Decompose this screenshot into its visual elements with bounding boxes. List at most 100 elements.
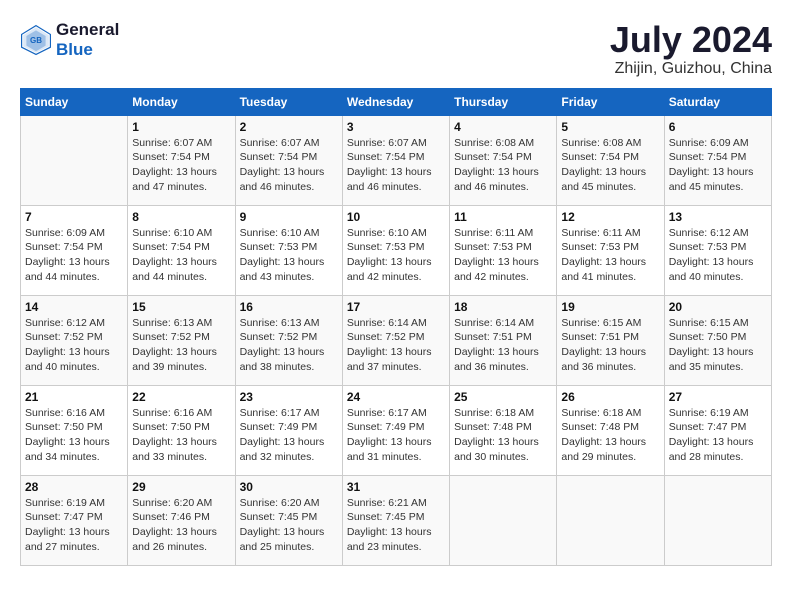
calendar-cell: 7 Sunrise: 6:09 AM Sunset: 7:54 PM Daylig… <box>21 205 128 295</box>
day-number: 21 <box>25 390 123 404</box>
day-number: 24 <box>347 390 445 404</box>
day-sun-info: Sunrise: 6:08 AM Sunset: 7:54 PM Dayligh… <box>454 136 552 195</box>
logo-text: General Blue <box>56 20 119 60</box>
day-number: 18 <box>454 300 552 314</box>
calendar-week-row: 28Sunrise: 6:19 AM Sunset: 7:47 PM Dayli… <box>21 475 772 565</box>
day-sun-info: Sunrise: 6:07 AM Sunset: 7:54 PM Dayligh… <box>240 136 338 195</box>
day-number: 17 <box>347 300 445 314</box>
day-sun-info: Sunrise: 6:07 AM Sunset: 7:54 PM Dayligh… <box>347 136 445 195</box>
day-number: 2 <box>240 120 338 134</box>
calendar-cell: 9Sunrise: 6:10 AM Sunset: 7:53 PM Daylig… <box>235 205 342 295</box>
day-of-week-header: Thursday <box>450 88 557 115</box>
calendar-cell: 20 Sunrise: 6:15 AM Sunset: 7:50 PM Dayli… <box>664 295 771 385</box>
logo: GB General Blue <box>20 20 119 60</box>
calendar-cell: 2 Sunrise: 6:07 AM Sunset: 7:54 PM Daylig… <box>235 115 342 205</box>
day-number: 28 <box>25 480 123 494</box>
calendar-cell: 5Sunrise: 6:08 AM Sunset: 7:54 PM Daylig… <box>557 115 664 205</box>
day-sun-info: Sunrise: 6:16 AM Sunset: 7:50 PM Dayligh… <box>25 406 123 465</box>
page-header: GB General Blue July 2024 Zhijin, Guizho… <box>20 20 772 78</box>
calendar-cell: 13 Sunrise: 6:12 AM Sunset: 7:53 PM Dayli… <box>664 205 771 295</box>
day-sun-info: Sunrise: 6:11 AM Sunset: 7:53 PM Dayligh… <box>454 226 552 285</box>
day-number: 14 <box>25 300 123 314</box>
day-sun-info: Sunrise: 6:07 AM Sunset: 7:54 PM Dayligh… <box>132 136 230 195</box>
location-subtitle: Zhijin, Guizhou, China <box>610 60 772 78</box>
day-sun-info: Sunrise: 6:20 AM Sunset: 7:46 PM Dayligh… <box>132 496 230 555</box>
calendar-cell: 11 Sunrise: 6:11 AM Sunset: 7:53 PM Dayli… <box>450 205 557 295</box>
day-number: 26 <box>561 390 659 404</box>
calendar-week-row: 7 Sunrise: 6:09 AM Sunset: 7:54 PM Daylig… <box>21 205 772 295</box>
day-sun-info: Sunrise: 6:19 AM Sunset: 7:47 PM Dayligh… <box>669 406 767 465</box>
calendar-cell: 22 Sunrise: 6:16 AM Sunset: 7:50 PM Dayli… <box>128 385 235 475</box>
day-of-week-header: Friday <box>557 88 664 115</box>
day-sun-info: Sunrise: 6:17 AM Sunset: 7:49 PM Dayligh… <box>347 406 445 465</box>
day-sun-info: Sunrise: 6:20 AM Sunset: 7:45 PM Dayligh… <box>240 496 338 555</box>
calendar-cell: 27 Sunrise: 6:19 AM Sunset: 7:47 PM Dayli… <box>664 385 771 475</box>
day-number: 25 <box>454 390 552 404</box>
day-number: 31 <box>347 480 445 494</box>
calendar-header-row: SundayMondayTuesdayWednesdayThursdayFrid… <box>21 88 772 115</box>
day-sun-info: Sunrise: 6:13 AM Sunset: 7:52 PM Dayligh… <box>240 316 338 375</box>
calendar-cell: 16Sunrise: 6:13 AM Sunset: 7:52 PM Dayli… <box>235 295 342 385</box>
calendar-week-row: 21 Sunrise: 6:16 AM Sunset: 7:50 PM Dayli… <box>21 385 772 475</box>
calendar-cell: 26Sunrise: 6:18 AM Sunset: 7:48 PM Dayli… <box>557 385 664 475</box>
calendar-cell: 23Sunrise: 6:17 AM Sunset: 7:49 PM Dayli… <box>235 385 342 475</box>
day-sun-info: Sunrise: 6:09 AM Sunset: 7:54 PM Dayligh… <box>25 226 123 285</box>
calendar-cell: 30 Sunrise: 6:20 AM Sunset: 7:45 PM Dayli… <box>235 475 342 565</box>
title-block: July 2024 Zhijin, Guizhou, China <box>610 20 772 78</box>
calendar-cell: 21 Sunrise: 6:16 AM Sunset: 7:50 PM Dayli… <box>21 385 128 475</box>
day-sun-info: Sunrise: 6:09 AM Sunset: 7:54 PM Dayligh… <box>669 136 767 195</box>
svg-text:GB: GB <box>30 36 42 45</box>
day-number: 10 <box>347 210 445 224</box>
day-sun-info: Sunrise: 6:13 AM Sunset: 7:52 PM Dayligh… <box>132 316 230 375</box>
day-sun-info: Sunrise: 6:08 AM Sunset: 7:54 PM Dayligh… <box>561 136 659 195</box>
calendar-cell: 8Sunrise: 6:10 AM Sunset: 7:54 PM Daylig… <box>128 205 235 295</box>
day-sun-info: Sunrise: 6:12 AM Sunset: 7:53 PM Dayligh… <box>669 226 767 285</box>
day-number: 4 <box>454 120 552 134</box>
calendar-week-row: 1 Sunrise: 6:07 AM Sunset: 7:54 PM Daylig… <box>21 115 772 205</box>
day-number: 1 <box>132 120 230 134</box>
calendar-cell: 15 Sunrise: 6:13 AM Sunset: 7:52 PM Dayli… <box>128 295 235 385</box>
day-sun-info: Sunrise: 6:14 AM Sunset: 7:51 PM Dayligh… <box>454 316 552 375</box>
day-number: 15 <box>132 300 230 314</box>
calendar-cell: 28Sunrise: 6:19 AM Sunset: 7:47 PM Dayli… <box>21 475 128 565</box>
day-sun-info: Sunrise: 6:15 AM Sunset: 7:51 PM Dayligh… <box>561 316 659 375</box>
day-sun-info: Sunrise: 6:15 AM Sunset: 7:50 PM Dayligh… <box>669 316 767 375</box>
calendar-cell: 6 Sunrise: 6:09 AM Sunset: 7:54 PM Daylig… <box>664 115 771 205</box>
day-of-week-header: Tuesday <box>235 88 342 115</box>
day-sun-info: Sunrise: 6:17 AM Sunset: 7:49 PM Dayligh… <box>240 406 338 465</box>
day-of-week-header: Sunday <box>21 88 128 115</box>
calendar-cell <box>450 475 557 565</box>
calendar-cell: 18 Sunrise: 6:14 AM Sunset: 7:51 PM Dayli… <box>450 295 557 385</box>
day-sun-info: Sunrise: 6:16 AM Sunset: 7:50 PM Dayligh… <box>132 406 230 465</box>
day-sun-info: Sunrise: 6:11 AM Sunset: 7:53 PM Dayligh… <box>561 226 659 285</box>
calendar-week-row: 14 Sunrise: 6:12 AM Sunset: 7:52 PM Dayli… <box>21 295 772 385</box>
calendar-cell: 4 Sunrise: 6:08 AM Sunset: 7:54 PM Daylig… <box>450 115 557 205</box>
day-number: 8 <box>132 210 230 224</box>
day-sun-info: Sunrise: 6:21 AM Sunset: 7:45 PM Dayligh… <box>347 496 445 555</box>
calendar-cell: 29 Sunrise: 6:20 AM Sunset: 7:46 PM Dayli… <box>128 475 235 565</box>
calendar-cell: 17 Sunrise: 6:14 AM Sunset: 7:52 PM Dayli… <box>342 295 449 385</box>
day-number: 7 <box>25 210 123 224</box>
calendar-cell: 10Sunrise: 6:10 AM Sunset: 7:53 PM Dayli… <box>342 205 449 295</box>
day-number: 30 <box>240 480 338 494</box>
calendar-cell: 14 Sunrise: 6:12 AM Sunset: 7:52 PM Dayli… <box>21 295 128 385</box>
calendar-cell: 31 Sunrise: 6:21 AM Sunset: 7:45 PM Dayli… <box>342 475 449 565</box>
day-sun-info: Sunrise: 6:12 AM Sunset: 7:52 PM Dayligh… <box>25 316 123 375</box>
calendar-cell <box>557 475 664 565</box>
day-of-week-header: Wednesday <box>342 88 449 115</box>
day-number: 11 <box>454 210 552 224</box>
calendar-cell: 3Sunrise: 6:07 AM Sunset: 7:54 PM Daylig… <box>342 115 449 205</box>
calendar-cell: 24 Sunrise: 6:17 AM Sunset: 7:49 PM Dayli… <box>342 385 449 475</box>
day-number: 27 <box>669 390 767 404</box>
day-number: 20 <box>669 300 767 314</box>
logo-icon: GB <box>20 24 52 56</box>
day-number: 22 <box>132 390 230 404</box>
calendar-cell <box>664 475 771 565</box>
day-number: 19 <box>561 300 659 314</box>
day-number: 6 <box>669 120 767 134</box>
day-number: 12 <box>561 210 659 224</box>
day-number: 13 <box>669 210 767 224</box>
month-year-title: July 2024 <box>610 20 772 60</box>
day-sun-info: Sunrise: 6:14 AM Sunset: 7:52 PM Dayligh… <box>347 316 445 375</box>
day-number: 29 <box>132 480 230 494</box>
